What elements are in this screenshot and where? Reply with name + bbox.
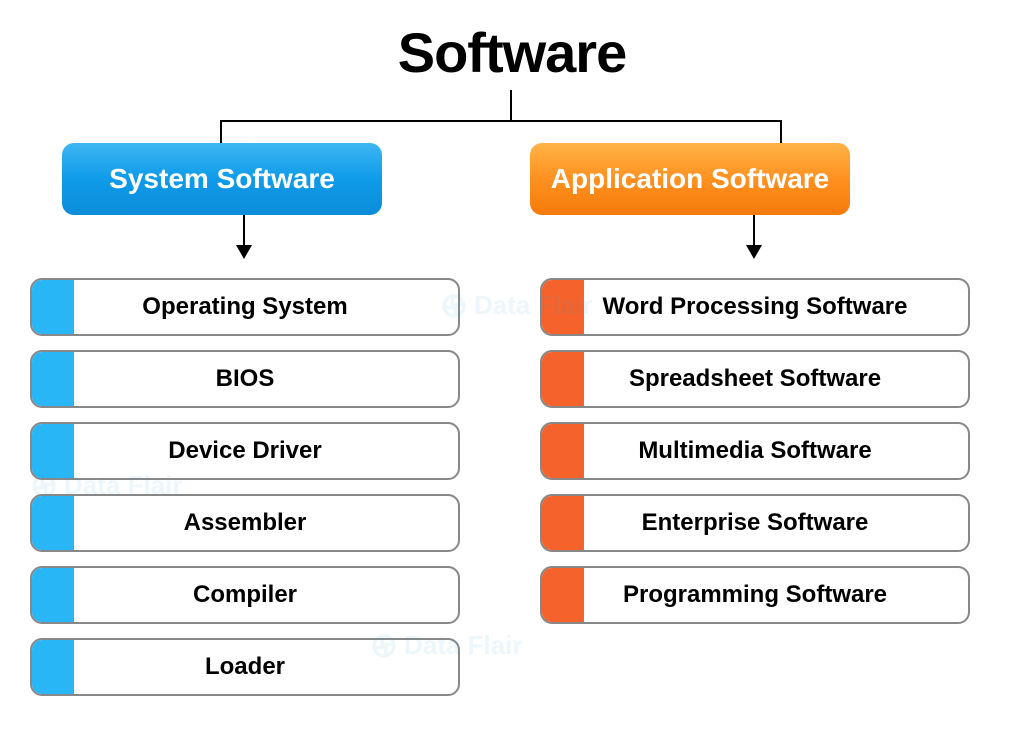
item-label: Assembler <box>74 509 458 537</box>
item-color-tag <box>32 640 74 694</box>
diagram-title: Software <box>398 20 627 85</box>
list-item: Compiler <box>30 566 460 624</box>
connector-line <box>220 120 782 122</box>
item-color-tag <box>32 352 74 406</box>
category-label: Application Software <box>551 163 829 195</box>
connector-line <box>510 90 512 120</box>
connector-line <box>220 120 222 143</box>
item-label: Loader <box>74 653 458 681</box>
arrow-down-icon <box>753 215 755 257</box>
item-color-tag <box>542 280 584 334</box>
connector-line <box>780 120 782 143</box>
item-color-tag <box>542 568 584 622</box>
category-system-software: System Software <box>62 143 382 215</box>
list-item: Spreadsheet Software <box>540 350 970 408</box>
list-item: Operating System <box>30 278 460 336</box>
item-label: BIOS <box>74 365 458 393</box>
category-label: System Software <box>109 163 335 195</box>
system-items-column: Operating System BIOS Device Driver Asse… <box>30 278 460 696</box>
list-item: Programming Software <box>540 566 970 624</box>
item-label: Device Driver <box>74 437 458 465</box>
item-color-tag <box>542 496 584 550</box>
list-item: Word Processing Software <box>540 278 970 336</box>
list-item: BIOS <box>30 350 460 408</box>
list-item: Assembler <box>30 494 460 552</box>
item-color-tag <box>542 352 584 406</box>
item-label: Compiler <box>74 581 458 609</box>
item-label: Spreadsheet Software <box>584 365 968 393</box>
item-color-tag <box>542 424 584 478</box>
item-label: Programming Software <box>584 581 968 609</box>
list-item: Enterprise Software <box>540 494 970 552</box>
item-label: Multimedia Software <box>584 437 968 465</box>
item-color-tag <box>32 424 74 478</box>
item-label: Operating System <box>74 293 458 321</box>
category-application-software: Application Software <box>530 143 850 215</box>
application-items-column: Word Processing Software Spreadsheet Sof… <box>540 278 970 624</box>
item-label: Word Processing Software <box>584 293 968 321</box>
item-color-tag <box>32 496 74 550</box>
list-item: Loader <box>30 638 460 696</box>
arrow-down-icon <box>243 215 245 257</box>
item-color-tag <box>32 568 74 622</box>
list-item: Device Driver <box>30 422 460 480</box>
item-color-tag <box>32 280 74 334</box>
item-label: Enterprise Software <box>584 509 968 537</box>
list-item: Multimedia Software <box>540 422 970 480</box>
